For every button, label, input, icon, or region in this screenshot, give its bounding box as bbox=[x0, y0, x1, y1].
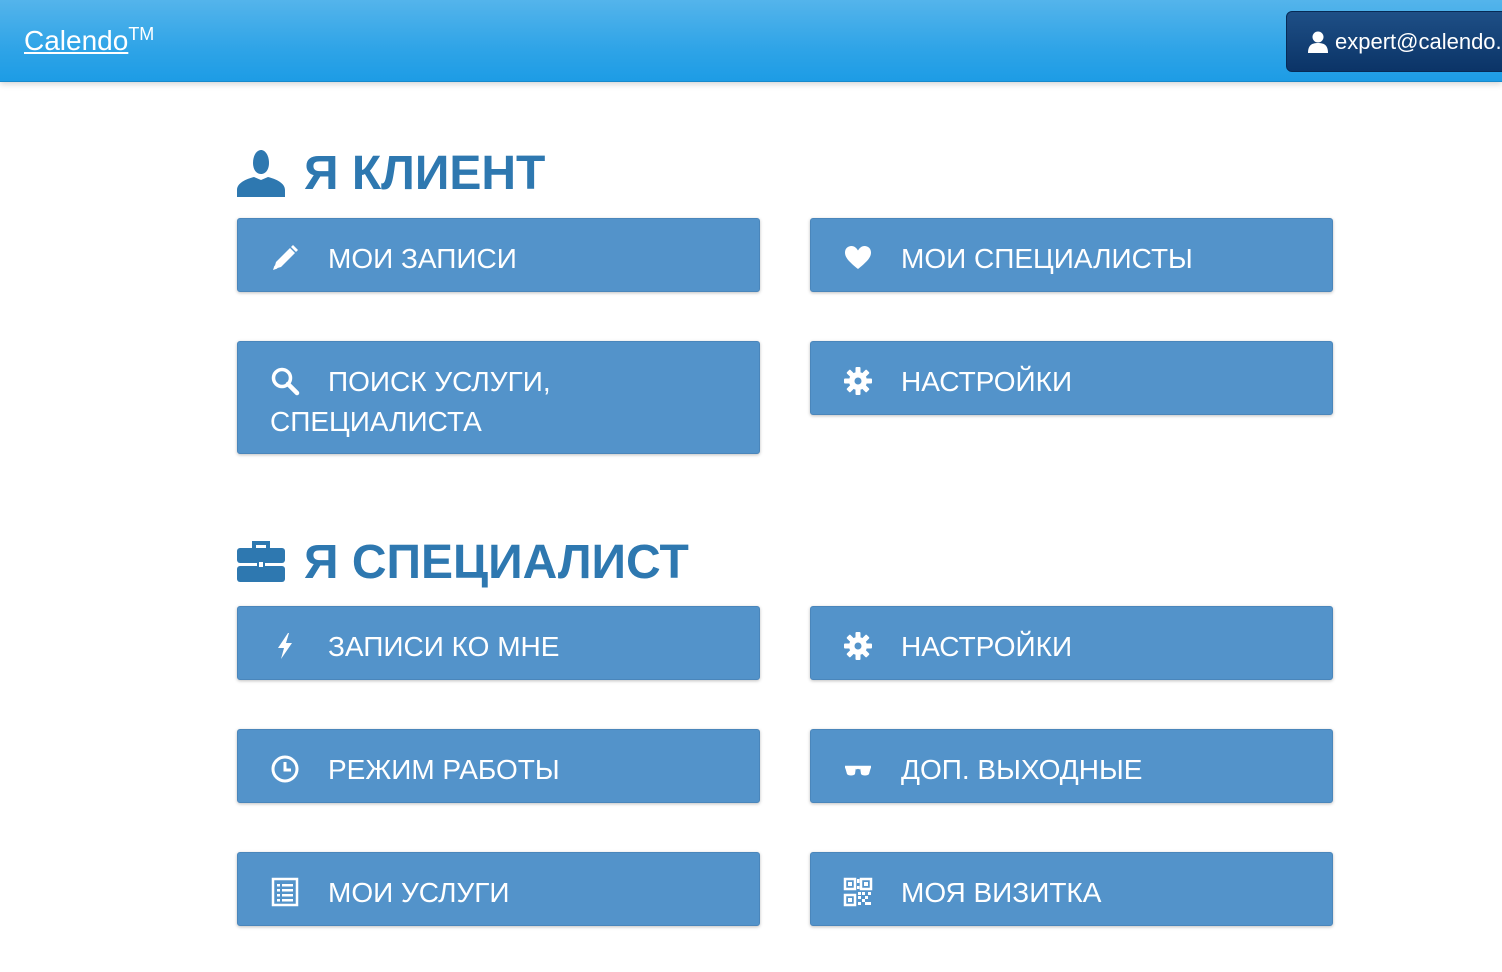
clock-icon bbox=[270, 754, 300, 784]
tile-label: РЕЖИМ РАБОТЫ bbox=[328, 754, 560, 785]
tile-label: МОИ ЗАПИСИ bbox=[328, 243, 517, 274]
tile-label: НАСТРОЙКИ bbox=[901, 366, 1073, 397]
lightning-icon bbox=[270, 631, 300, 661]
user-email: expert@calendo.ru bbox=[1335, 28, 1502, 54]
top-navbar: CalendoTM expert@calendo.ru bbox=[0, 0, 1502, 82]
tile-label: ЗАПИСИ КО МНЕ bbox=[328, 631, 560, 662]
user-account-button[interactable]: expert@calendo.ru bbox=[1286, 11, 1502, 72]
sunglasses-icon bbox=[843, 754, 873, 784]
tile-label: ДОП. ВЫХОДНЫЕ bbox=[901, 754, 1143, 785]
user-icon bbox=[236, 149, 286, 199]
tile-my-appointments[interactable]: МОИ ЗАПИСИ bbox=[237, 218, 760, 292]
client-section-title: Я КЛИЕНТ bbox=[236, 146, 545, 201]
tile-my-business-card[interactable]: МОЯ ВИЗИТКА bbox=[810, 852, 1333, 926]
trademark-sign: TM bbox=[128, 24, 155, 44]
tile-specialist-settings[interactable]: НАСТРОЙКИ bbox=[810, 606, 1333, 680]
search-icon bbox=[270, 366, 300, 396]
tile-label: НАСТРОЙКИ bbox=[901, 631, 1073, 662]
heart-icon bbox=[843, 243, 873, 273]
pencil-icon bbox=[270, 243, 300, 273]
specialist-section-title: Я СПЕЦИАЛИСТ bbox=[236, 535, 689, 590]
tile-label: ПОИСК УСЛУГИ, СПЕЦИАЛИСТА bbox=[270, 366, 551, 437]
tile-my-specialists[interactable]: МОИ СПЕЦИАЛИСТЫ bbox=[810, 218, 1333, 292]
tile-working-hours[interactable]: РЕЖИМ РАБОТЫ bbox=[237, 729, 760, 803]
briefcase-icon bbox=[236, 538, 286, 588]
brand-link[interactable]: CalendoTM bbox=[24, 24, 154, 57]
client-section-label: Я КЛИЕНТ bbox=[304, 147, 546, 200]
tile-client-settings[interactable]: НАСТРОЙКИ bbox=[810, 341, 1333, 415]
gear-icon bbox=[843, 366, 873, 396]
tile-label: МОЯ ВИЗИТКА bbox=[901, 877, 1102, 908]
tile-extra-days-off[interactable]: ДОП. ВЫХОДНЫЕ bbox=[810, 729, 1333, 803]
list-icon bbox=[270, 877, 300, 907]
tile-appointments-to-me[interactable]: ЗАПИСИ КО МНЕ bbox=[237, 606, 760, 680]
tile-label: МОИ УСЛУГИ bbox=[328, 877, 510, 908]
qrcode-icon bbox=[843, 877, 873, 907]
tile-my-services[interactable]: МОИ УСЛУГИ bbox=[237, 852, 760, 926]
brand-name: Calendo bbox=[24, 25, 129, 56]
tile-search-service[interactable]: ПОИСК УСЛУГИ, СПЕЦИАЛИСТА bbox=[237, 341, 760, 454]
tile-label: МОИ СПЕЦИАЛИСТЫ bbox=[901, 243, 1193, 274]
gear-icon bbox=[843, 631, 873, 661]
user-icon bbox=[1307, 30, 1329, 54]
specialist-section-label: Я СПЕЦИАЛИСТ bbox=[304, 536, 689, 589]
